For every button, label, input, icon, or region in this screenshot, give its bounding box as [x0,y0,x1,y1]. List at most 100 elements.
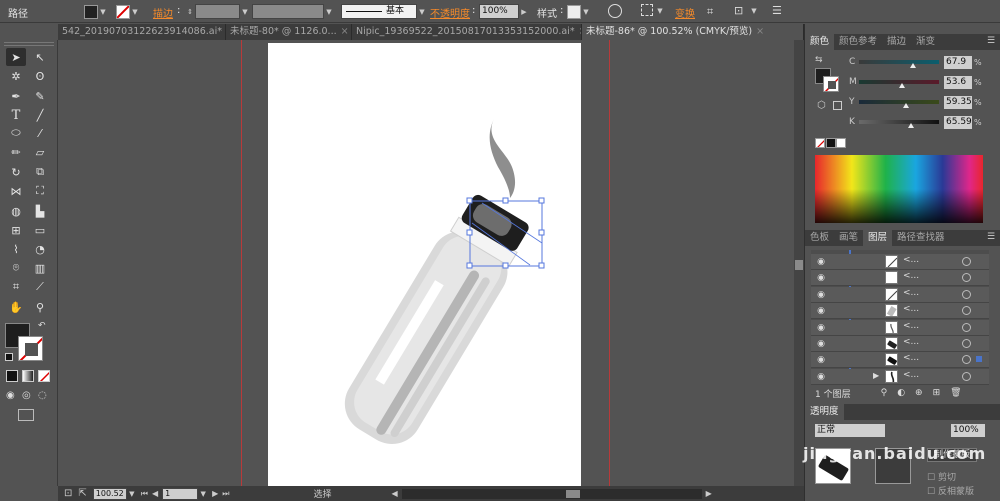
next-page-icon[interactable]: ▶ [212,489,218,498]
canvas-area[interactable] [58,40,804,486]
selected-art-indicator[interactable] [976,356,982,363]
none-stroke-swatch[interactable] [116,4,130,19]
none-mode-icon[interactable] [38,370,50,382]
default-colors-icon[interactable] [5,353,13,361]
slider-m[interactable]: M 53.6 % [849,75,982,89]
object-thumbnail[interactable] [815,448,851,484]
expand-icon[interactable]: ▶ [873,371,879,380]
artboard-tool-icon[interactable]: ⌗ [6,278,26,296]
clipping-mask-icon[interactable]: ◐ [897,388,905,398]
scrollbar-thumb[interactable] [795,260,803,270]
line-tool-icon[interactable]: ╱ [30,106,50,124]
target-icon[interactable] [962,371,971,381]
direct-selection-tool-icon[interactable]: ↖ [30,48,50,66]
make-mask-button[interactable]: 制作蒙版 [927,448,977,462]
blend-tool-icon[interactable]: ◔ [30,240,50,258]
eye-icon[interactable]: ◉ [815,290,827,300]
eye-icon[interactable]: ◉ [815,306,827,316]
shape-builder-tool-icon[interactable]: ◍ [6,202,26,220]
opacity-input[interactable]: 100% [479,4,519,19]
chevron-down-icon[interactable]: ▼ [240,5,250,19]
target-icon[interactable] [962,306,971,316]
chevron-right-icon[interactable]: ▶ [519,5,529,19]
transform-label[interactable]: 变换 [675,5,695,20]
eye-icon[interactable]: ◉ [815,273,827,283]
artboard[interactable] [268,43,581,486]
layer-row[interactable]: ◉ ▶ <... [811,368,989,385]
reshape-icon[interactable]: ⊡ [734,4,743,17]
chevron-down-icon[interactable]: ▼ [130,5,140,19]
rotate-tool-icon[interactable]: ↻ [6,163,26,181]
slider-track[interactable] [859,80,939,88]
target-icon[interactable] [962,339,971,348]
symbol-sprayer-tool-icon[interactable]: ⌾ [6,259,26,277]
new-layer-icon[interactable]: ⊞ [933,388,941,398]
first-page-icon[interactable]: ⏮ [141,489,148,499]
scale-tool-icon[interactable]: ⧉ [30,163,50,181]
panel-menu-icon[interactable]: ☰ [987,232,995,242]
stroke-label[interactable]: 描边 [153,5,173,20]
tab-stroke[interactable]: 描边 [882,34,911,50]
artboard-nav-icon[interactable]: ⊡ [64,488,72,499]
layer-row[interactable]: ◉ <... [811,336,989,352]
web-safe-icon[interactable] [833,101,842,110]
slider-c[interactable]: C 67.9 % [849,55,982,69]
tab-document-1[interactable]: 542_20190703122623914086.ai* [58,24,226,40]
chevron-down-icon[interactable]: ▼ [581,5,591,19]
chevron-down-icon[interactable]: ▼ [324,5,334,19]
stepper-icon[interactable]: ⇕ [185,5,195,19]
target-icon[interactable] [962,322,971,332]
color-spectrum[interactable] [815,155,983,223]
slider-track[interactable] [859,100,939,108]
draw-inside-icon[interactable]: ◌ [38,390,47,401]
slider-track[interactable] [859,60,939,68]
tab-transparency[interactable]: 透明度 [805,404,844,420]
tab-document-2[interactable]: 未标题-80* @ 1126.0... × [226,24,352,40]
slider-handle[interactable] [898,83,905,88]
y-value-input[interactable]: 59.35 [944,95,972,109]
screen-mode-icon[interactable] [18,409,34,421]
stroke-color-control[interactable]: ▼ [116,4,140,19]
draw-mode-icon[interactable]: ◉ [6,390,15,401]
tab-pathfinder[interactable]: 路径查找器 [892,230,950,246]
layer-row[interactable]: ◉ <... [811,303,989,320]
target-icon[interactable] [962,273,971,283]
target-icon[interactable] [962,257,971,266]
type-tool-icon[interactable]: T [6,106,26,124]
c-value-input[interactable]: 67.9 [944,55,972,69]
free-transform-tool-icon[interactable]: ⛶ [30,182,50,200]
opacity-control[interactable]: 100% ▶ [479,4,529,19]
eye-icon[interactable]: ◉ [815,323,827,333]
tab-gradient[interactable]: 渐变 [911,34,940,50]
last-page-icon[interactable]: ⏭ [222,489,229,499]
none-swatch[interactable] [815,138,825,148]
eye-icon[interactable]: ◉ [815,372,827,382]
zoom-input[interactable]: 100.52 [92,487,127,500]
zoom-tool-icon[interactable]: ⚲ [30,298,50,316]
isolate-icon[interactable]: ⌗ [707,5,713,19]
magic-wand-tool-icon[interactable]: ✲ [6,67,26,85]
perspective-grid-tool-icon[interactable]: ▙ [30,202,50,220]
stroke-color-box[interactable] [18,336,43,361]
slider-track[interactable] [859,120,939,128]
smoke-shape[interactable] [489,119,516,198]
k-value-input[interactable]: 65.59 [944,115,972,129]
align-to-icon[interactable] [641,4,653,16]
invert-mask-checkbox[interactable]: ☐ 反相蒙版 [927,484,974,497]
slider-k[interactable]: K 65.59 % [849,115,982,129]
close-icon[interactable]: × [756,26,764,37]
lighter-illustration[interactable] [268,43,581,486]
layer-row[interactable]: ◉ <... [811,286,989,303]
slider-handle[interactable] [903,103,910,108]
export-icon[interactable]: ⇱ [78,488,86,499]
scrollbar-thumb[interactable] [565,489,580,498]
swap-colors-icon[interactable]: ⇆ [815,55,823,65]
fill-color-control[interactable]: ▼ [84,4,108,19]
ellipse-tool-icon[interactable]: ⬭ [6,124,26,142]
target-icon[interactable] [962,355,971,365]
chevron-down-icon[interactable]: ▼ [417,5,427,19]
slider-y[interactable]: Y 59.35 % [849,95,982,109]
brush-definition[interactable]: 基本 ▼ [341,4,427,19]
tab-swatches[interactable]: 色板 [805,230,834,246]
eye-icon[interactable]: ◉ [815,257,827,267]
